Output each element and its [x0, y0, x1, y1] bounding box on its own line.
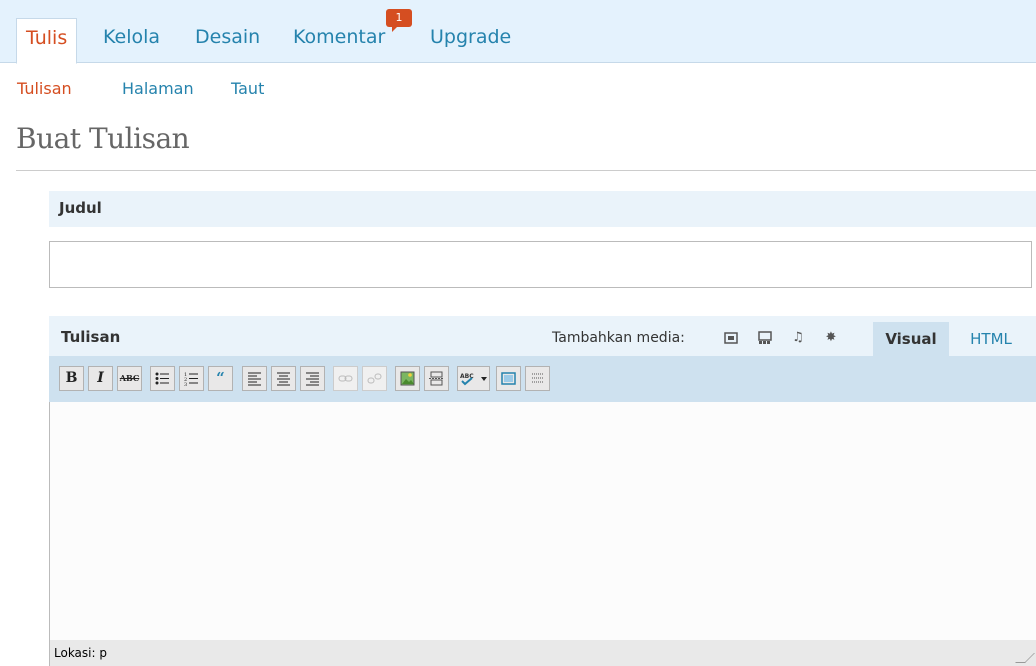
add-media-label: Tambahkan media: — [552, 330, 685, 346]
html-tab[interactable]: HTML — [955, 322, 1027, 356]
more-tag-icon[interactable] — [424, 366, 449, 391]
tab-komentar[interactable]: Komentar — [293, 25, 385, 49]
comment-count-badge: 1 — [386, 9, 412, 32]
element-path: Lokasi: p — [54, 646, 107, 660]
unlink-icon[interactable] — [362, 366, 387, 391]
align-left-button[interactable] — [242, 366, 267, 391]
media-other-icon[interactable]: ✸ — [824, 331, 838, 345]
page-title: Buat Tulisan — [16, 122, 190, 155]
align-center-button[interactable] — [271, 366, 296, 391]
tab-tulis[interactable]: Tulis — [16, 18, 78, 64]
subtab-halaman[interactable]: Halaman — [122, 79, 194, 98]
subtab-taut[interactable]: Taut — [231, 79, 264, 98]
tab-kelola[interactable]: Kelola — [103, 25, 160, 49]
gallery-icon[interactable] — [758, 331, 772, 345]
spellcheck-icon[interactable]: ABC — [457, 366, 490, 391]
italic-button[interactable]: I — [88, 366, 113, 391]
post-title-input[interactable] — [49, 241, 1032, 288]
title-section-header: Judul — [49, 191, 1036, 227]
kitchen-sink-icon[interactable] — [525, 366, 550, 391]
numbered-list-button[interactable]: 123 — [179, 366, 204, 391]
insert-image-icon[interactable] — [395, 366, 420, 391]
tab-desain[interactable]: Desain — [195, 25, 260, 49]
blockquote-button[interactable]: “ — [208, 366, 233, 391]
bullet-list-button[interactable] — [150, 366, 175, 391]
visual-tab[interactable]: Visual — [873, 322, 949, 356]
image-icon[interactable] — [724, 331, 738, 345]
title-section-heading: Judul — [59, 199, 102, 217]
editor-toolbar: B I ABC 123 “ ABC — [49, 356, 1036, 402]
editor-status-bar: Lokasi: p — [49, 640, 1036, 666]
strikethrough-button[interactable]: ABC — [117, 366, 142, 391]
subtab-tulisan[interactable]: Tulisan — [17, 79, 72, 98]
bold-button[interactable]: B — [59, 366, 84, 391]
tab-upgrade[interactable]: Upgrade — [430, 25, 511, 49]
post-section-heading: Tulisan — [61, 328, 121, 346]
svg-text:3: 3 — [184, 382, 187, 386]
post-content-editor[interactable] — [49, 402, 1036, 640]
align-right-button[interactable] — [300, 366, 325, 391]
audio-icon[interactable]: ♫ — [791, 331, 805, 345]
fullscreen-icon[interactable] — [496, 366, 521, 391]
resize-handle-icon[interactable] — [1015, 653, 1035, 663]
link-icon[interactable] — [333, 366, 358, 391]
title-divider — [16, 170, 1036, 171]
